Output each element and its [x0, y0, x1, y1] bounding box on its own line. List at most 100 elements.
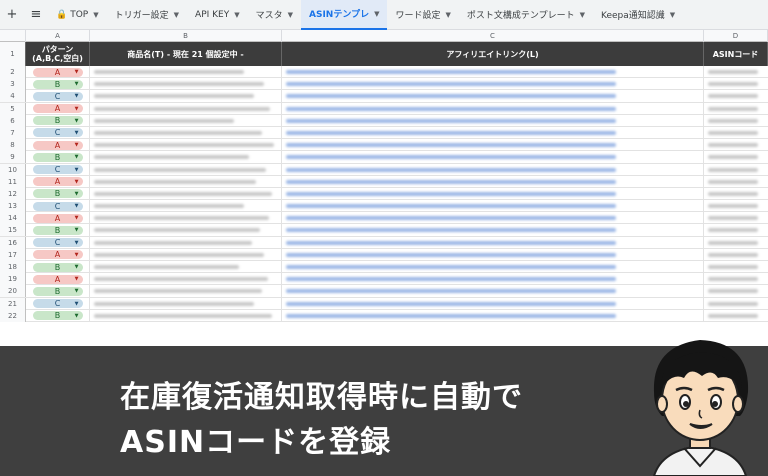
asin-cell-redacted[interactable] [704, 103, 768, 115]
asin-cell-redacted[interactable] [704, 298, 768, 310]
column-header-d[interactable]: D [704, 30, 768, 42]
pattern-dropdown-chip[interactable]: B ▼ [32, 189, 83, 199]
pattern-cell[interactable]: C ▼ [26, 163, 90, 176]
affiliate-link-cell-redacted[interactable] [282, 285, 704, 298]
header-product-name[interactable]: 商品名(T) - 現在 21 個設定中 - [90, 42, 282, 66]
asin-cell-redacted[interactable] [704, 188, 768, 200]
pattern-dropdown-chip[interactable]: B ▼ [32, 286, 83, 296]
asin-cell-redacted[interactable] [704, 224, 768, 236]
asin-cell-redacted[interactable] [704, 115, 768, 127]
sheet-tab-6[interactable]: ポスト文構成テンプレート ▼ [459, 0, 593, 30]
pattern-dropdown-chip[interactable]: B ▼ [32, 116, 83, 126]
pattern-cell[interactable]: A ▼ [26, 273, 90, 286]
affiliate-link-cell-redacted[interactable] [282, 200, 704, 213]
pattern-cell[interactable]: A ▼ [26, 248, 90, 261]
pattern-dropdown-chip[interactable]: B ▼ [32, 311, 83, 321]
affiliate-link-cell-redacted[interactable] [282, 139, 704, 152]
affiliate-link-cell-redacted[interactable] [282, 212, 704, 225]
pattern-dropdown-chip[interactable]: A ▼ [32, 213, 83, 223]
pattern-dropdown-chip[interactable]: B ▼ [32, 152, 83, 162]
pattern-dropdown-chip[interactable]: C ▼ [32, 165, 83, 174]
row-number[interactable]: 21 [0, 297, 26, 310]
affiliate-link-cell-redacted[interactable] [282, 163, 704, 176]
asin-cell-redacted[interactable] [704, 66, 768, 78]
pattern-dropdown-chip[interactable]: C ▼ [32, 299, 83, 309]
row-number[interactable]: 8 [0, 139, 26, 152]
sheet-tab-4[interactable]: ASINテンプレ ▼ [301, 0, 388, 30]
row-number[interactable]: 15 [0, 224, 26, 237]
asin-cell-redacted[interactable] [704, 285, 768, 297]
pattern-cell[interactable]: C ▼ [26, 200, 90, 213]
pattern-dropdown-chip[interactable]: C ▼ [32, 238, 83, 248]
pattern-cell[interactable]: A ▼ [26, 66, 90, 78]
pattern-dropdown-chip[interactable]: A ▼ [32, 67, 83, 77]
pattern-dropdown-chip[interactable]: C ▼ [32, 201, 83, 211]
pattern-cell[interactable]: A ▼ [26, 102, 90, 115]
row-number[interactable]: 9 [0, 151, 26, 164]
asin-cell-redacted[interactable] [704, 90, 768, 102]
pattern-cell[interactable]: B ▼ [26, 78, 90, 91]
product-name-cell-redacted[interactable] [90, 78, 282, 91]
pattern-dropdown-chip[interactable]: A ▼ [32, 250, 83, 260]
pattern-cell[interactable]: B ▼ [26, 309, 90, 322]
affiliate-link-cell-redacted[interactable] [282, 273, 704, 286]
pattern-dropdown-chip[interactable]: B ▼ [32, 262, 83, 272]
product-name-cell-redacted[interactable] [90, 212, 282, 225]
asin-cell-redacted[interactable] [704, 200, 768, 212]
product-name-cell-redacted[interactable] [90, 285, 282, 298]
affiliate-link-cell-redacted[interactable] [282, 187, 704, 200]
product-name-cell-redacted[interactable] [90, 139, 282, 152]
product-name-cell-redacted[interactable] [90, 102, 282, 115]
pattern-cell[interactable]: B ▼ [26, 187, 90, 200]
chevron-down-icon[interactable]: ▼ [580, 11, 585, 19]
product-name-cell-redacted[interactable] [90, 187, 282, 200]
product-name-cell-redacted[interactable] [90, 163, 282, 176]
all-sheets-button[interactable]: ≡ [24, 0, 48, 30]
asin-cell-redacted[interactable] [704, 237, 768, 249]
asin-cell-redacted[interactable] [704, 273, 768, 285]
pattern-cell[interactable]: B ▼ [26, 261, 90, 273]
asin-cell-redacted[interactable] [704, 139, 768, 151]
asin-cell-redacted[interactable] [704, 261, 768, 273]
product-name-cell-redacted[interactable] [90, 66, 282, 78]
pattern-dropdown-chip[interactable]: C ▼ [32, 91, 83, 101]
affiliate-link-cell-redacted[interactable] [282, 224, 704, 237]
asin-cell-redacted[interactable] [704, 249, 768, 261]
sheet-tab-1[interactable]: トリガー設定 ▼ [107, 0, 187, 30]
affiliate-link-cell-redacted[interactable] [282, 297, 704, 310]
column-header-a[interactable]: A [26, 30, 90, 42]
pattern-cell[interactable]: C ▼ [26, 90, 90, 103]
affiliate-link-cell-redacted[interactable] [282, 78, 704, 91]
affiliate-link-cell-redacted[interactable] [282, 114, 704, 127]
pattern-cell[interactable]: B ▼ [26, 285, 90, 298]
row-number[interactable]: 3 [0, 78, 26, 91]
row-number[interactable]: 6 [0, 114, 26, 127]
header-affiliate-link[interactable]: アフィリエイトリンク(L) [282, 42, 704, 66]
affiliate-link-cell-redacted[interactable] [282, 151, 704, 164]
chevron-down-icon[interactable]: ▼ [445, 11, 450, 19]
product-name-cell-redacted[interactable] [90, 224, 282, 237]
pattern-cell[interactable]: A ▼ [26, 175, 90, 188]
affiliate-link-cell-redacted[interactable] [282, 102, 704, 115]
chevron-down-icon[interactable]: ▼ [174, 11, 179, 19]
spreadsheet-grid[interactable]: A B C D 1 パターン (A,B,C,空白) 商品名(T) - 現在 21… [0, 30, 768, 346]
row-number[interactable]: 11 [0, 175, 26, 188]
asin-cell-redacted[interactable] [704, 127, 768, 139]
pattern-dropdown-chip[interactable]: A ▼ [32, 104, 83, 114]
pattern-cell[interactable]: A ▼ [26, 212, 90, 225]
affiliate-link-cell-redacted[interactable] [282, 126, 704, 139]
header-asin-code[interactable]: ASINコード [704, 42, 768, 66]
affiliate-link-cell-redacted[interactable] [282, 261, 704, 273]
asin-cell-redacted[interactable] [704, 78, 768, 90]
row-number[interactable]: 16 [0, 236, 26, 249]
pattern-cell[interactable]: B ▼ [26, 114, 90, 127]
pattern-dropdown-chip[interactable]: B ▼ [32, 79, 83, 89]
select-all-corner[interactable] [0, 30, 26, 42]
chevron-down-icon[interactable]: ▼ [234, 11, 239, 19]
row-number[interactable]: 4 [0, 90, 26, 103]
row-number[interactable]: 18 [0, 261, 26, 273]
pattern-dropdown-chip[interactable]: A ▼ [32, 177, 83, 187]
row-number[interactable]: 12 [0, 187, 26, 200]
sheet-tab-5[interactable]: ワード設定 ▼ [387, 0, 458, 30]
affiliate-link-cell-redacted[interactable] [282, 236, 704, 249]
